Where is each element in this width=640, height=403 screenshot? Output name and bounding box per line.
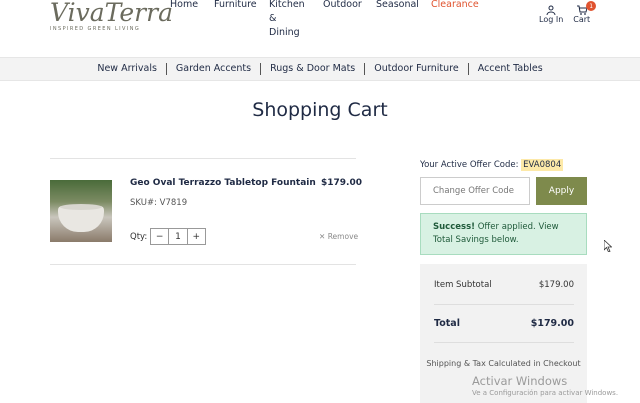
category-bar: New Arrivals Garden Accents Rugs & Door … [0, 57, 640, 81]
remove-label: Remove [327, 232, 359, 241]
subtotal-label: Item Subtotal [434, 280, 492, 290]
subtotal-value: $179.00 [538, 280, 574, 290]
cart-count-badge: 1 [586, 1, 597, 11]
product-sku: SKU#: V7819 [130, 198, 188, 208]
fountain-water [60, 204, 102, 210]
page-title: Shopping Cart [252, 99, 388, 121]
nav-seasonal[interactable]: Seasonal [376, 0, 431, 40]
mouse-cursor-icon [604, 240, 612, 252]
login-label: Log In [539, 15, 564, 24]
summary-divider [434, 304, 574, 305]
vivaterra-logo[interactable]: VivaTerra INSPIRED GREEN LIVING [50, 0, 173, 36]
subtotal-row: Item Subtotal $179.00 [434, 280, 574, 290]
login-link[interactable]: Log In [539, 5, 563, 24]
nav-clearance[interactable]: Clearance [431, 0, 491, 40]
cart-label: Cart [573, 15, 591, 24]
quantity-stepper: − 1 + [150, 228, 206, 245]
shipping-note: Shipping & Tax Calculated in Checkout [426, 359, 581, 368]
nav-kitchen-dining[interactable]: Kitchen & Dining [269, 0, 323, 40]
account-icons: Log In Cart 1 [539, 1, 597, 24]
offer-label-text: Your Active Offer Code: [420, 160, 519, 170]
success-message: Success! Offer applied. View Total Savin… [420, 213, 587, 255]
product-image[interactable] [50, 180, 112, 242]
active-offer-code: EVA0804 [521, 159, 564, 171]
product-name[interactable]: Geo Oval Terrazzo Tabletop Fountain [130, 178, 316, 188]
quantity-label: Qty: [130, 232, 148, 242]
watermark-title: Activar Windows [472, 374, 568, 388]
logo-wordmark: VivaTerra [50, 0, 173, 27]
cart-link[interactable]: Cart 1 [573, 1, 597, 24]
category-new-arrivals[interactable]: New Arrivals [88, 63, 167, 75]
category-outdoor-furniture[interactable]: Outdoor Furniture [365, 63, 469, 75]
total-value: $179.00 [530, 318, 574, 329]
offer-code-input[interactable]: Change Offer Code [420, 177, 530, 205]
user-icon [546, 5, 556, 15]
quantity-decrease-button[interactable]: − [151, 229, 168, 244]
main-navigation: Home Furniture Kitchen & Dining Outdoor … [170, 0, 491, 40]
watermark-subtitle: Ve a Configuración para activar Windows. [472, 389, 619, 397]
windows-activation-watermark: Activar Windows Ve a Configuración para … [472, 374, 618, 397]
summary-divider [434, 342, 574, 343]
total-label: Total [434, 318, 460, 329]
product-price: $179.00 [321, 178, 362, 188]
quantity-input[interactable]: 1 [168, 229, 188, 244]
category-garden-accents[interactable]: Garden Accents [167, 63, 262, 75]
quantity-increase-button[interactable]: + [188, 229, 205, 244]
category-accent-tables[interactable]: Accent Tables [469, 63, 552, 75]
nav-furniture[interactable]: Furniture [214, 0, 269, 40]
site-header: VivaTerra INSPIRED GREEN LIVING Home Fur… [0, 0, 640, 57]
nav-home[interactable]: Home [170, 0, 214, 40]
total-row: Total $179.00 [434, 318, 574, 329]
category-rugs-door-mats[interactable]: Rugs & Door Mats [261, 63, 366, 75]
apply-button[interactable]: Apply [536, 177, 587, 205]
success-title: Success! [433, 222, 476, 232]
divider [50, 158, 356, 159]
close-icon: ✕ [319, 232, 326, 241]
offer-code-label: Your Active Offer Code: EVA0804 [420, 159, 564, 171]
nav-outdoor[interactable]: Outdoor [323, 0, 376, 40]
divider [50, 264, 356, 265]
remove-item-button[interactable]: ✕ Remove [319, 232, 358, 241]
